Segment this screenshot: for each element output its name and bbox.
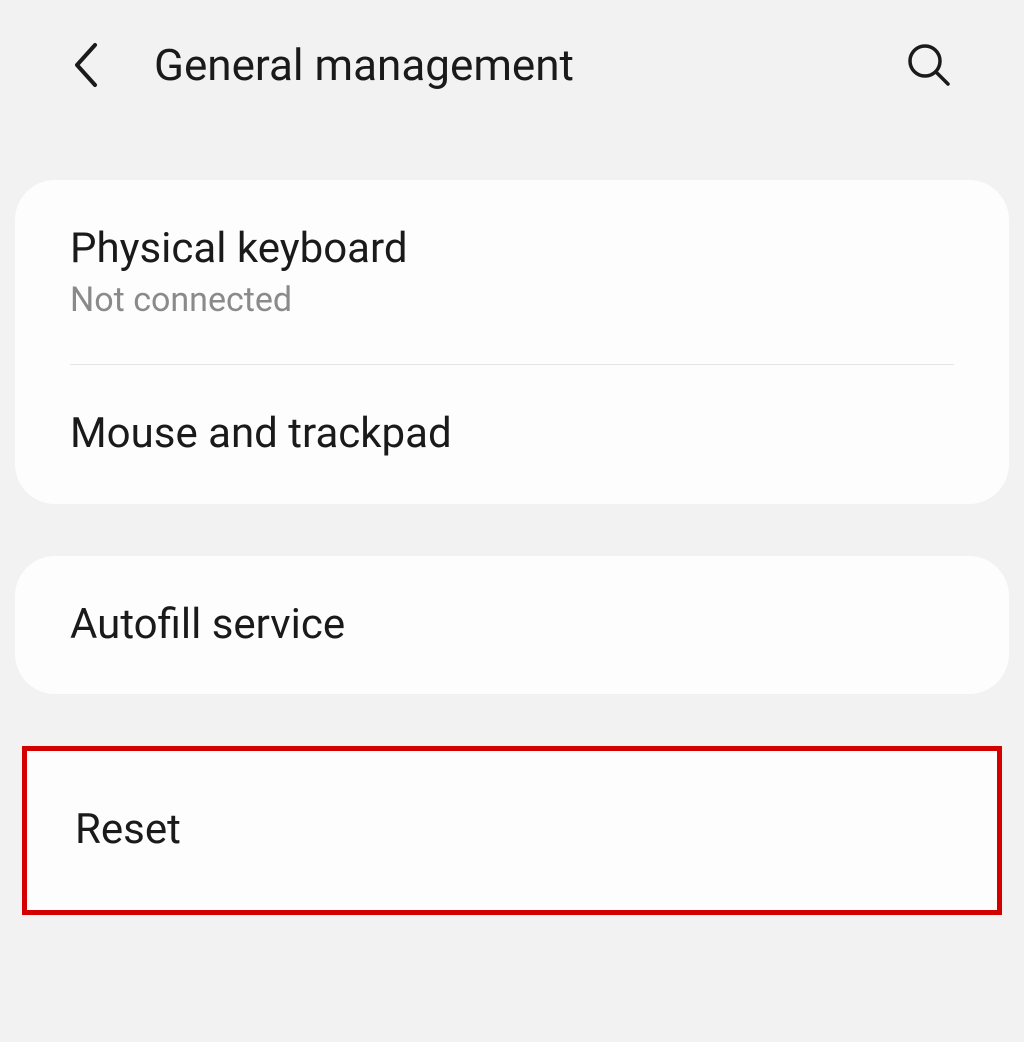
item-subtitle: Not connected — [70, 280, 954, 320]
item-title: Reset — [75, 805, 949, 855]
back-icon[interactable] — [60, 40, 110, 90]
mouse-trackpad-item[interactable]: Mouse and trackpad — [15, 365, 1009, 503]
settings-section-2: Autofill service — [15, 556, 1009, 694]
reset-item[interactable]: Reset — [27, 751, 997, 909]
settings-section-1: Physical keyboard Not connected Mouse an… — [15, 180, 1009, 504]
item-title: Physical keyboard — [70, 224, 954, 274]
autofill-service-item[interactable]: Autofill service — [15, 556, 1009, 694]
item-title: Mouse and trackpad — [70, 409, 954, 459]
header: General management — [0, 0, 1024, 130]
physical-keyboard-item[interactable]: Physical keyboard Not connected — [15, 180, 1009, 364]
content: Physical keyboard Not connected Mouse an… — [0, 130, 1024, 915]
search-icon[interactable] — [904, 40, 954, 90]
item-title: Autofill service — [70, 600, 954, 650]
settings-section-reset: Reset — [22, 746, 1002, 914]
page-title: General management — [154, 39, 904, 91]
